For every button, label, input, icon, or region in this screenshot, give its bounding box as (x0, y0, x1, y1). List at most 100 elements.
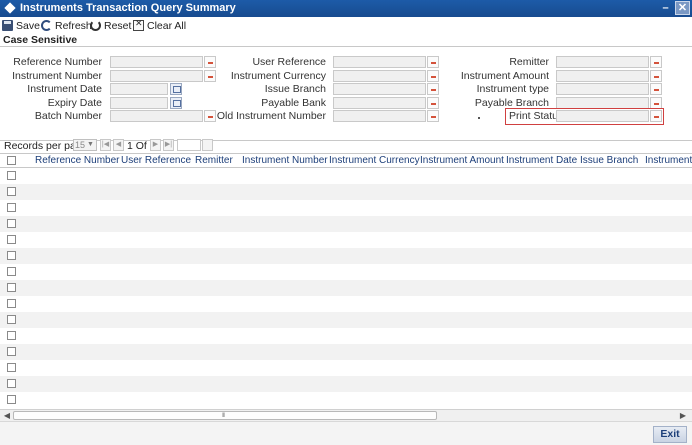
remitter-field[interactable] (556, 56, 649, 68)
issue-branch-field[interactable] (333, 83, 426, 95)
table-row[interactable] (0, 264, 692, 280)
reference-number-lov-icon[interactable] (204, 56, 216, 68)
row-checkbox[interactable] (7, 219, 16, 228)
table-row[interactable] (0, 248, 692, 264)
toolbar: Save Refresh Reset Clear All (0, 17, 692, 34)
old-instrument-number-field[interactable] (333, 110, 426, 122)
instrument-currency-lov-icon[interactable] (427, 70, 439, 82)
section-divider (0, 46, 692, 47)
col-instrument-currency[interactable]: Instrument Currency (329, 155, 420, 166)
col-issue-branch[interactable]: Issue Branch (580, 155, 638, 166)
payable-bank-field[interactable] (333, 97, 426, 109)
prev-page-button[interactable]: ◀ (113, 139, 124, 151)
payable-bank-lov-icon[interactable] (427, 97, 439, 109)
close-button[interactable]: ✕ (675, 1, 690, 15)
exit-button[interactable]: Exit (653, 426, 687, 443)
reset-label: Reset (104, 19, 132, 32)
records-per-page-select[interactable]: 15 ▼ (73, 139, 97, 151)
scroll-thumb[interactable]: III (13, 411, 437, 420)
col-instrument-date[interactable]: Instrument Date (506, 155, 577, 166)
go-button[interactable] (202, 139, 213, 151)
instrument-date-field[interactable] (110, 83, 168, 95)
col-instrument-amount[interactable]: Instrument Amount (420, 155, 504, 166)
horizontal-scrollbar[interactable]: ◀ III ▶ (0, 409, 692, 421)
row-checkbox[interactable] (7, 379, 16, 388)
table-row[interactable] (0, 168, 692, 184)
window-title: Instruments Transaction Query Summary (20, 2, 236, 14)
table-row[interactable] (0, 360, 692, 376)
go-to-page-input[interactable] (177, 139, 201, 151)
footer (0, 421, 692, 445)
clear-all-button[interactable]: Clear All (133, 18, 186, 33)
instrument-amount-lov-icon[interactable] (650, 70, 662, 82)
user-reference-field[interactable] (333, 56, 426, 68)
row-checkbox[interactable] (7, 395, 16, 404)
col-instrument-type[interactable]: Instrument ty (645, 155, 692, 166)
table-row[interactable] (0, 216, 692, 232)
instrument-date-label: Instrument Date (27, 83, 102, 95)
table-row[interactable] (0, 280, 692, 296)
scroll-left-icon[interactable]: ◀ (2, 411, 12, 421)
print-status-field[interactable] (556, 110, 649, 122)
refresh-icon (41, 20, 52, 31)
select-all-checkbox[interactable] (7, 156, 16, 165)
row-checkbox[interactable] (7, 315, 16, 324)
instrument-type-label: Instrument type (476, 83, 549, 95)
row-checkbox[interactable] (7, 235, 16, 244)
instrument-type-field[interactable] (556, 83, 649, 95)
table-row[interactable] (0, 200, 692, 216)
last-page-button[interactable]: ▶| (163, 139, 174, 151)
expiry-date-field[interactable] (110, 97, 168, 109)
row-checkbox[interactable] (7, 251, 16, 260)
instrument-date-calendar-icon[interactable] (170, 83, 182, 95)
save-button[interactable]: Save (2, 18, 40, 33)
remitter-lov-icon[interactable] (650, 56, 662, 68)
next-page-button[interactable]: ▶ (150, 139, 161, 151)
col-instrument-number[interactable]: Instrument Number (242, 155, 328, 166)
instrument-type-lov-icon[interactable] (650, 83, 662, 95)
instrument-amount-field[interactable] (556, 70, 649, 82)
row-checkbox[interactable] (7, 347, 16, 356)
reset-button[interactable]: Reset (90, 18, 131, 33)
scroll-right-icon[interactable]: ▶ (678, 411, 688, 421)
table-row[interactable] (0, 296, 692, 312)
row-checkbox[interactable] (7, 283, 16, 292)
instrument-number-lov-icon[interactable] (204, 70, 216, 82)
old-instrument-number-lov-icon[interactable] (427, 110, 439, 122)
row-checkbox[interactable] (7, 203, 16, 212)
instrument-number-field[interactable] (110, 70, 203, 82)
table-row[interactable] (0, 392, 692, 408)
table-row[interactable] (0, 184, 692, 200)
minimize-button[interactable]: – (658, 1, 673, 15)
batch-number-label: Batch Number (34, 110, 102, 122)
row-checkbox[interactable] (7, 331, 16, 340)
table-row[interactable] (0, 376, 692, 392)
refresh-button[interactable]: Refresh (41, 18, 92, 33)
row-checkbox[interactable] (7, 363, 16, 372)
row-checkbox[interactable] (7, 171, 16, 180)
row-checkbox[interactable] (7, 187, 16, 196)
col-user-reference[interactable]: User Reference (121, 155, 191, 166)
expiry-date-label: Expiry Date (47, 97, 102, 109)
table-row[interactable] (0, 232, 692, 248)
save-icon (2, 20, 13, 31)
reference-number-field[interactable] (110, 56, 203, 68)
col-remitter[interactable]: Remitter (195, 155, 233, 166)
issue-branch-lov-icon[interactable] (427, 83, 439, 95)
first-page-button[interactable]: |◀ (100, 139, 111, 151)
batch-number-lov-icon[interactable] (204, 110, 216, 122)
print-status-lov-icon[interactable] (650, 110, 662, 122)
chevron-down-icon: ▼ (87, 141, 94, 148)
expiry-date-calendar-icon[interactable] (170, 97, 182, 109)
instrument-number-label: Instrument Number (12, 70, 102, 82)
instrument-amount-label: Instrument Amount (460, 70, 549, 82)
batch-number-field[interactable] (110, 110, 203, 122)
table-row[interactable] (0, 312, 692, 328)
user-reference-lov-icon[interactable] (427, 56, 439, 68)
table-row[interactable] (0, 328, 692, 344)
table-row[interactable] (0, 344, 692, 360)
row-checkbox[interactable] (7, 267, 16, 276)
col-reference-number[interactable]: Reference Number (35, 155, 119, 166)
row-checkbox[interactable] (7, 299, 16, 308)
instrument-currency-field[interactable] (333, 70, 426, 82)
